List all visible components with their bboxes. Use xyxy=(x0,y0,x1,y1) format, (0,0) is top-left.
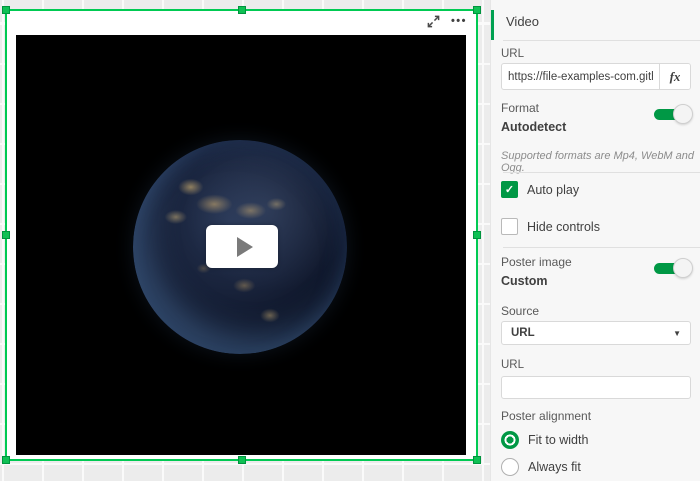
selection-handle-bottom-right[interactable] xyxy=(473,456,481,464)
divider xyxy=(503,40,700,41)
always-fit-radio-row[interactable]: Always fit xyxy=(501,458,581,476)
url-input-group: fx xyxy=(501,63,691,90)
properties-panel: Video URL fx Format Autodetect Supported… xyxy=(490,0,700,481)
url-label: URL xyxy=(501,48,524,60)
radio-unselected-icon xyxy=(501,458,519,476)
fit-to-width-label: Fit to width xyxy=(528,433,588,447)
source-dropdown-value: URL xyxy=(502,327,673,339)
selection-handle-top-left[interactable] xyxy=(2,6,10,14)
hide-controls-checkbox-row[interactable]: Hide controls xyxy=(501,218,600,235)
checkbox-checked-icon: ✓ xyxy=(501,181,518,198)
url-input[interactable] xyxy=(502,64,659,89)
checkbox-unchecked-icon xyxy=(501,218,518,235)
always-fit-label: Always fit xyxy=(528,460,581,474)
hide-controls-label: Hide controls xyxy=(527,220,600,234)
source-label: Source xyxy=(501,304,539,318)
toggle-knob xyxy=(673,258,693,278)
toggle-knob xyxy=(673,104,693,124)
poster-image-value: Custom xyxy=(501,274,548,288)
format-toggle[interactable] xyxy=(654,104,690,124)
panel-title: Video xyxy=(506,14,539,29)
sheet-canvas-grid[interactable]: ••• xyxy=(0,0,490,481)
play-icon xyxy=(237,237,253,257)
selection-handle-top-middle[interactable] xyxy=(238,6,246,14)
selection-handle-bottom-middle[interactable] xyxy=(238,456,246,464)
selection-handle-bottom-left[interactable] xyxy=(2,456,10,464)
poster-url-label: URL xyxy=(501,359,524,371)
poster-url-input-group xyxy=(501,376,691,399)
video-screen[interactable] xyxy=(16,35,466,455)
chevron-down-icon: ▼ xyxy=(673,329,690,338)
divider xyxy=(503,172,700,173)
auto-play-label: Auto play xyxy=(527,183,579,197)
poster-alignment-label: Poster alignment xyxy=(501,409,591,423)
fit-to-width-radio-row[interactable]: Fit to width xyxy=(501,431,588,449)
selection-handle-middle-left[interactable] xyxy=(2,231,10,239)
format-value: Autodetect xyxy=(501,120,566,134)
app-window: ••• Video URL fx xyxy=(0,0,700,481)
divider xyxy=(503,247,700,248)
more-options-icon[interactable]: ••• xyxy=(451,14,467,28)
radio-selected-icon xyxy=(501,431,519,449)
auto-play-checkbox-row[interactable]: ✓ Auto play xyxy=(501,181,579,198)
poster-image-toggle[interactable] xyxy=(654,258,690,278)
expression-fx-button[interactable]: fx xyxy=(659,64,690,89)
video-object[interactable]: ••• xyxy=(6,10,477,460)
poster-image-label: Poster image xyxy=(501,255,572,269)
poster-url-input[interactable] xyxy=(502,377,690,398)
selection-handle-top-right[interactable] xyxy=(473,6,481,14)
check-glyph: ✓ xyxy=(505,183,514,196)
format-label: Format xyxy=(501,101,539,115)
panel-accent-bar xyxy=(491,10,494,40)
source-dropdown[interactable]: URL ▼ xyxy=(501,321,691,345)
play-button[interactable] xyxy=(206,225,278,268)
supported-formats-note: Supported formats are Mp4, WebM and Ogg. xyxy=(501,150,700,174)
fullscreen-expand-icon[interactable] xyxy=(427,14,441,28)
selection-handle-middle-right[interactable] xyxy=(473,231,481,239)
object-toolbar: ••• xyxy=(427,14,467,28)
